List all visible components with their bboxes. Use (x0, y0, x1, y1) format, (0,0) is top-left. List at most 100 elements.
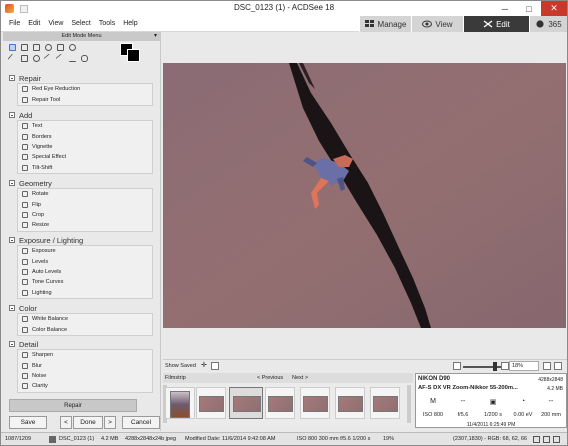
filmstrip-next[interactable]: Next > (292, 373, 308, 383)
polygon-tool-icon[interactable] (81, 55, 88, 62)
fit-screen-icon[interactable] (543, 362, 551, 370)
item-label: Rotate (32, 191, 49, 198)
group-title: Repair (19, 73, 42, 83)
menu-item-borders[interactable]: Borders (18, 131, 152, 141)
filmstrip-thumbnail-selected[interactable] (229, 387, 263, 419)
filmstrip-thumbnail[interactable] (300, 387, 330, 419)
zoom-select[interactable]: 18% (509, 361, 539, 371)
menu-item-color-balance[interactable]: Color Balance (18, 324, 152, 334)
crop-preview-icon[interactable] (543, 436, 550, 443)
menu-item-blur[interactable]: Blur (18, 360, 152, 370)
menu-item-resize[interactable]: Resize (18, 220, 152, 230)
group-title: Geometry (19, 178, 52, 188)
previous-image-button[interactable]: < (60, 416, 72, 429)
menu-file[interactable]: File (9, 20, 20, 27)
group-header[interactable]: Add (9, 110, 159, 120)
edit-mode-menu-panel: Edit Mode Menu ▾ Repair Red Eye Reductio… (3, 32, 161, 431)
show-saved-link[interactable]: Show Saved (165, 363, 196, 369)
group-header[interactable]: Color (9, 303, 159, 313)
menu-item-exposure[interactable]: Exposure (18, 246, 152, 256)
filmstrip-scroll-right[interactable] (407, 385, 411, 423)
tone-curves-icon (22, 279, 28, 286)
collapse-icon (9, 341, 15, 347)
tab-view[interactable]: View (411, 16, 463, 32)
monitor-icon[interactable] (533, 436, 540, 443)
group-title: Add (19, 110, 33, 120)
menu-tools[interactable]: Tools (99, 20, 115, 27)
group-header[interactable]: Geometry (9, 178, 159, 188)
done-button[interactable]: Done (73, 416, 103, 429)
file-icon (49, 436, 56, 443)
filmstrip-thumbnail[interactable] (196, 387, 226, 419)
group-header[interactable]: Detail (9, 339, 159, 349)
menu-item-levels[interactable]: Levels (18, 256, 152, 266)
menu-item-tilt-shift[interactable]: Tilt-Shift (18, 163, 152, 173)
iso-value: ISO 800 (422, 412, 444, 418)
menu-item-text[interactable]: Text (18, 121, 152, 131)
group-header[interactable]: Exposure / Lighting (9, 235, 159, 245)
panel-menu-arrow-icon[interactable]: ▾ (154, 32, 157, 41)
menu-item-lighting[interactable]: Lighting (18, 288, 152, 298)
menu-select[interactable]: Select (71, 20, 90, 27)
lasso-tool-icon[interactable] (69, 44, 76, 51)
curve-tool-icon[interactable] (69, 55, 76, 62)
group-header[interactable]: Repair (9, 73, 159, 83)
menu-item-white-balance[interactable]: White Balance (18, 314, 152, 324)
menu-item-tone-curves[interactable]: Tone Curves (18, 277, 152, 287)
pointer-tool-icon[interactable] (9, 44, 16, 51)
background-color-swatch[interactable] (127, 49, 140, 62)
brush-tool-icon[interactable] (7, 53, 18, 64)
zoom-in-icon[interactable] (501, 362, 509, 370)
compare-icon[interactable] (211, 362, 219, 370)
zoom-out-icon[interactable] (453, 362, 461, 370)
next-image-button[interactable]: > (104, 416, 116, 429)
lighting-icon (22, 289, 28, 296)
menu-item-auto-levels[interactable]: Auto Levels (18, 267, 152, 277)
menu-item-sharpen[interactable]: Sharpen (18, 350, 152, 360)
magic-wand-icon[interactable] (57, 44, 64, 51)
menu-item-repair-tool[interactable]: Repair Tool (18, 94, 152, 104)
zoom-slider-track[interactable] (463, 366, 503, 368)
marquee-tool-icon[interactable] (21, 44, 28, 51)
menu-item-special-effect[interactable]: Special Effect (18, 152, 152, 162)
rectangle-tool-icon[interactable] (21, 55, 28, 62)
maximize-button[interactable]: □ (517, 1, 541, 16)
actual-size-icon[interactable] (554, 362, 562, 370)
tab-edit[interactable]: Edit (463, 16, 529, 32)
tab-manage[interactable]: Manage (359, 16, 411, 32)
menu-item-noise[interactable]: Noise (18, 371, 152, 381)
crosshair-icon[interactable]: ✛ (201, 362, 209, 370)
menu-item-vignette[interactable]: Vignette (18, 142, 152, 152)
menu-item-red-eye-reduction[interactable]: Red Eye Reduction (18, 84, 152, 94)
filmstrip-thumbnail[interactable] (335, 387, 365, 419)
tab-365[interactable]: 365 (529, 16, 567, 32)
menu-item-flip[interactable]: Flip (18, 199, 152, 209)
menu-item-clarity[interactable]: Clarity (18, 381, 152, 391)
menu-item-rotate[interactable]: Rotate (18, 189, 152, 199)
filmstrip-thumbnail[interactable] (370, 387, 400, 419)
zoom-slider-handle[interactable] (493, 362, 497, 371)
filmstrip-thumbnail[interactable] (265, 387, 295, 419)
close-button[interactable]: ✕ (541, 1, 567, 16)
minimize-button[interactable]: ─ (493, 1, 517, 16)
menu-view[interactable]: View (48, 20, 63, 27)
menu-help[interactable]: Help (123, 20, 137, 27)
filmstrip-previous[interactable]: < Previous (257, 373, 283, 383)
arrow-tool-icon[interactable] (55, 53, 66, 64)
save-button[interactable]: Save (9, 416, 47, 429)
filmstrip-thumbnail[interactable] (165, 387, 195, 419)
circle-tool-icon[interactable] (33, 55, 40, 62)
menu-edit[interactable]: Edit (28, 20, 40, 27)
photo-canvas[interactable] (163, 63, 566, 328)
blur-icon (22, 362, 28, 369)
color-profile-icon[interactable] (553, 436, 560, 443)
ellipse-select-icon[interactable] (45, 44, 52, 51)
line-tool-icon[interactable] (43, 53, 54, 64)
menu-item-crop[interactable]: Crop (18, 210, 152, 220)
flash-value: -- (548, 398, 554, 405)
item-label: Red Eye Reduction (32, 86, 81, 93)
cancel-button[interactable]: Cancel (122, 416, 160, 429)
repair-button[interactable]: Repair (9, 399, 137, 412)
group-title: Exposure / Lighting (19, 235, 84, 245)
transform-tool-icon[interactable] (33, 44, 40, 51)
